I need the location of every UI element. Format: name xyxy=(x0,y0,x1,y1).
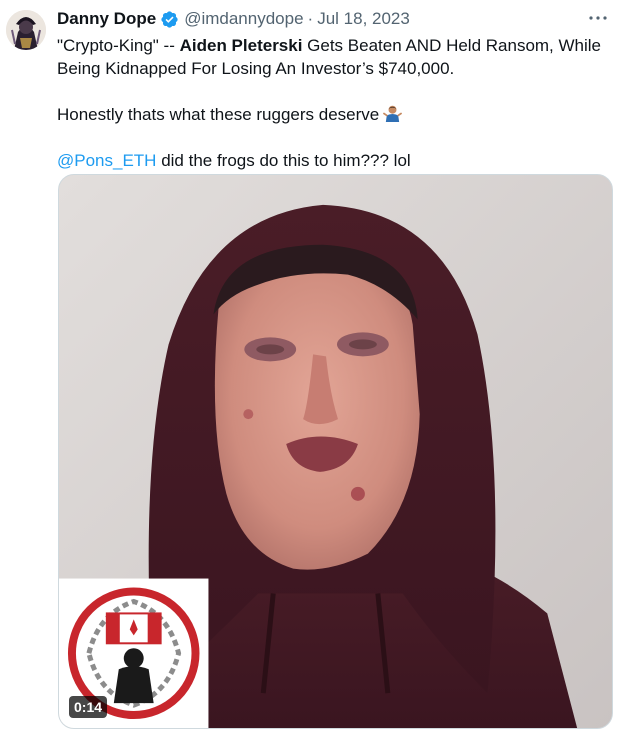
tweet-header: Danny Dope @imdannydope · Jul 18, 2023 xyxy=(57,8,600,30)
video-player[interactable]: 0:14 xyxy=(58,174,613,729)
tweet-text-line2: Honestly thats what these ruggers deserv… xyxy=(57,105,380,124)
person-shrugging-emoji-icon xyxy=(383,104,403,123)
tweet-line-1: "Crypto-King" -- Aiden Pleterski Gets Be… xyxy=(57,34,617,80)
video-thumbnail xyxy=(59,175,612,728)
verified-badge-icon xyxy=(160,10,179,29)
author-handle[interactable]: @imdannydope xyxy=(184,9,303,29)
tweet-text-bold-name: Aiden Pleterski xyxy=(179,36,303,55)
tweet-line-2: Honestly thats what these ruggers deserv… xyxy=(57,103,617,126)
tweet-line-3: @Pons_ETH did the frogs do this to him??… xyxy=(57,149,617,172)
author-avatar[interactable] xyxy=(6,10,46,50)
tweet-date[interactable]: Jul 18, 2023 xyxy=(317,9,410,29)
tweet-text-prefix: "Crypto-King" -- xyxy=(57,36,180,55)
tweet-text-line3: did the frogs do this to him??? lol xyxy=(156,151,411,170)
tweet-text: "Crypto-King" -- Aiden Pleterski Gets Be… xyxy=(57,34,617,172)
avatar-image xyxy=(6,10,46,50)
header-separator: · xyxy=(307,9,314,28)
author-display-name[interactable]: Danny Dope xyxy=(57,9,156,29)
more-dots-icon[interactable] xyxy=(586,6,610,30)
mention-link[interactable]: @Pons_ETH xyxy=(57,151,156,170)
video-duration-badge: 0:14 xyxy=(69,696,108,718)
